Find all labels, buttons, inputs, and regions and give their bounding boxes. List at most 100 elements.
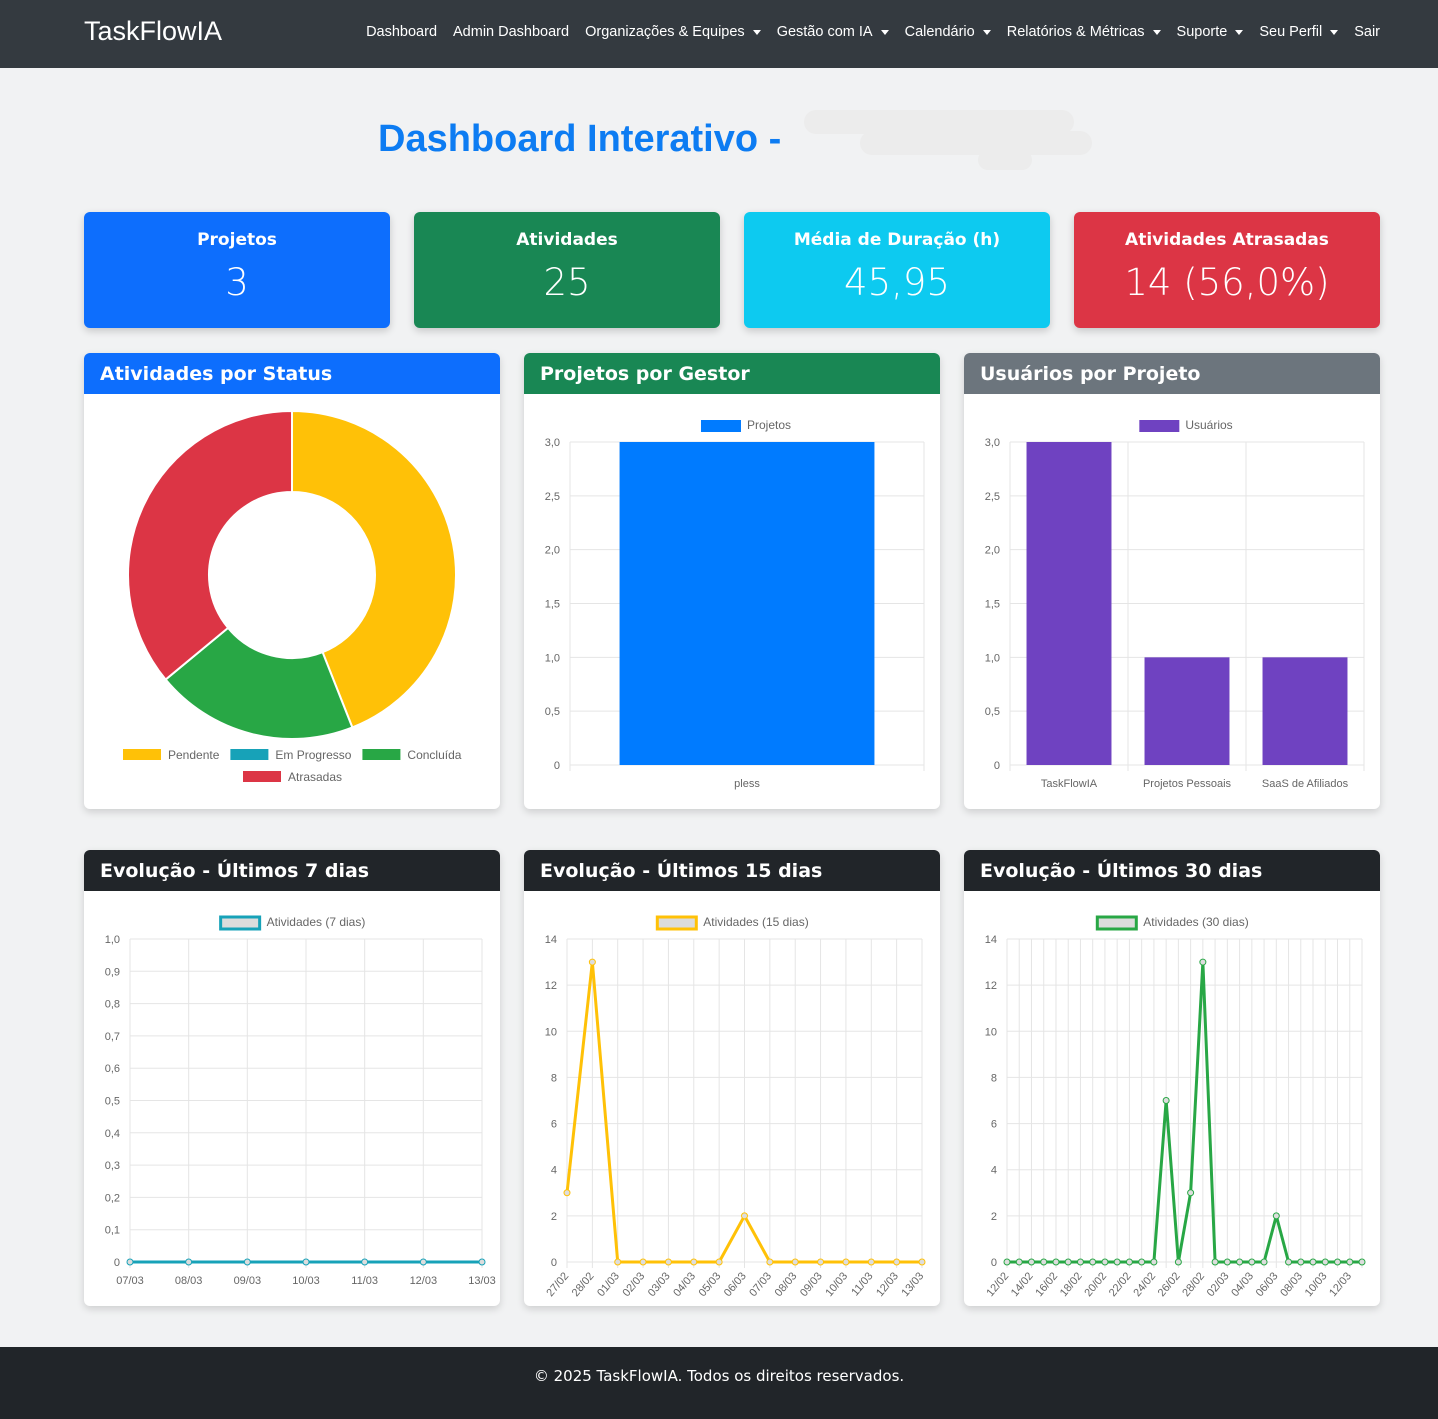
y-tick-label: 6 [991,1119,997,1131]
y-tick-label: 2 [551,1211,557,1223]
caret-down-icon [1152,29,1161,35]
nav-item-label: Sair [1354,24,1380,40]
caret-down-icon [982,29,991,35]
data-point [690,1258,698,1266]
x-tick-label: 04/03 [1229,1270,1256,1299]
data-point [302,1258,310,1266]
navbar: TaskFlowIA Dashboard Admin Dashboard Organ… [0,0,1438,68]
data-point [1162,1097,1170,1104]
y-tick-label: 3,0 [985,437,1000,449]
caret-down-icon [1330,29,1339,35]
y-tick-label: 0,4 [105,1128,120,1140]
nav-item-dashboard[interactable]: Dashboard [366,24,437,40]
data-point [614,1258,622,1266]
x-tick-label: 12/02 [984,1270,1011,1299]
x-tick-label: pless [734,778,760,790]
stat-card-atrasadas: Atividades Atrasadas 14 (56,0%) [1074,212,1380,328]
nav-item-organizacoes-equipes[interactable]: Organizações & Equipes [585,24,761,40]
stat-card-projetos: Projetos 3 [84,212,390,328]
data-point [1346,1258,1354,1266]
data-point [361,1258,369,1266]
data-point [893,1258,901,1266]
nav-item-seu-perfil[interactable]: Seu Perfil [1259,24,1339,40]
card-projetos-gestor: Projetos por Gestor 0 0,5 1,0 1,5 2,0 2,5 3,0 p… [524,353,940,809]
data-point [243,1258,251,1266]
data-point [419,1258,427,1266]
caret-down-icon [752,29,761,35]
card-header: Evolução - Últimos 15 dias [524,850,940,891]
nav-item-label: Suporte [1176,24,1228,40]
x-tick-label: 26/02 [1156,1270,1183,1299]
x-tick-label: 22/02 [1107,1270,1134,1299]
data-point [918,1258,926,1266]
data-point [867,1258,875,1266]
y-tick-label: 1,0 [545,652,560,664]
x-tick-label: 14/02 [1009,1270,1036,1299]
stat-value: 45,95 [844,261,950,304]
x-tick-label: 07/03 [116,1275,144,1287]
nav-item-sair[interactable]: Sair [1354,24,1380,40]
bar-saas-de-afiliados [1262,657,1348,765]
legend-swatch [219,915,262,931]
x-tick-label: 07/03 [747,1270,774,1299]
data-point [1334,1258,1342,1266]
card-usuarios-projeto: Usuários por Projeto 0 0,5 1,0 1,5 2,0 2,5 3,0… [964,353,1380,809]
y-tick-label: 0,5 [545,706,560,718]
data-point [1260,1258,1268,1266]
y-tick-label: 1,0 [985,652,1000,664]
x-tick-label: 03/03 [646,1270,673,1299]
card-evolucao-15: Evolução - Últimos 15 dias 0 2 4 6 8 10 12 14 27… [524,850,940,1306]
x-tick-label: 12/03 [1327,1270,1354,1299]
data-point [1211,1258,1219,1266]
y-tick-label: 14 [545,934,557,946]
legend-swatch [1139,420,1180,432]
x-tick-label: 05/03 [697,1270,724,1299]
data-point [1321,1258,1329,1266]
data-point [1015,1258,1023,1266]
x-tick-label: 06/03 [722,1270,749,1299]
x-tick-label: 11/03 [351,1275,378,1287]
gestor-bar-chart: 0 0,5 1,0 1,5 2,0 2,5 3,0 pless Projetos [545,418,925,790]
y-tick-label: 4 [551,1165,557,1177]
stat-value: 3 [225,261,249,304]
nav-item-admin-dashboard[interactable]: Admin Dashboard [453,24,569,40]
y-tick-label: 8 [991,1072,997,1084]
nav-item-label: Organizações & Equipes [585,24,745,40]
y-tick-label: 10 [545,1026,557,1038]
nav-item-relatorios-metricas[interactable]: Relatórios & Métricas [1007,24,1161,40]
card-header: Evolução - Últimos 7 dias [84,850,500,891]
data-point [1236,1258,1244,1266]
x-tick-label: 10/03 [292,1275,320,1287]
card-header: Evolução - Últimos 30 dias [964,850,1380,891]
legend-label: Usuários [1185,418,1232,432]
y-tick-label: 0 [991,1257,997,1269]
nav-item-label: Relatórios & Métricas [1006,24,1145,40]
x-tick-label: 02/03 [620,1270,647,1299]
data-point [842,1258,850,1266]
nav-item-suporte[interactable]: Suporte [1177,24,1244,40]
x-tick-label: 01/03 [595,1270,622,1299]
y-tick-label: 0,9 [105,966,120,978]
redacted-name [978,150,1032,170]
x-tick-label: 04/03 [671,1270,698,1299]
y-tick-label: 2 [991,1211,997,1223]
x-tick-label: 28/02 [570,1270,597,1299]
legend-label: Pendente [168,748,220,762]
footer-text: © 2025 TaskFlowIA. Todos os direitos res… [533,1367,905,1385]
nav-item-label: Gestão com IA [776,24,873,40]
stat-title: Atividades [516,230,618,250]
stat-title: Atividades Atrasadas [1125,230,1329,250]
nav-item-calendario[interactable]: Calendário [905,24,991,40]
status-doughnut-chart: Pendente Em Progresso Concluída Atrasadas [123,409,462,784]
slice-atrasadas [127,409,293,681]
card-header: Usuários por Projeto [964,353,1380,394]
data-point [1174,1258,1182,1266]
nav-item-gestao-com-ia[interactable]: Gestão com IA [777,24,889,40]
data-point [1113,1258,1121,1266]
data-point [126,1258,134,1266]
brand-logo[interactable]: TaskFlowIA [84,16,222,47]
legend-label: Atividades (15 dias) [703,915,808,929]
x-tick-label: 08/03 [175,1275,203,1287]
x-tick-label: 13/03 [468,1275,496,1287]
data-point [791,1258,799,1266]
